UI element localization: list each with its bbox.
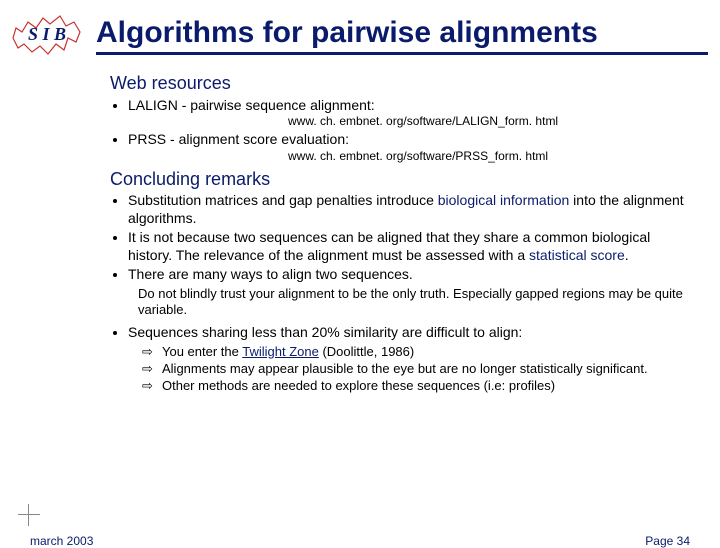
list-item: It is not because two sequences can be a… (128, 229, 690, 264)
highlight-biological-information: biological information (438, 192, 570, 208)
concluding-list: Substitution matrices and gap penalties … (128, 192, 690, 284)
list-item: Alignments may appear plausible to the e… (142, 361, 690, 377)
list-item: Other methods are needed to explore thes… (142, 378, 690, 394)
text-fragment: Substitution matrices and gap penalties … (128, 192, 438, 208)
footer-date: march 2003 (30, 534, 93, 548)
list-item: PRSS - alignment score evaluation: www. … (128, 131, 690, 164)
arrow-sublist: You enter the Twilight Zone (Doolittle, … (142, 344, 690, 395)
list-item: You enter the Twilight Zone (Doolittle, … (142, 344, 690, 360)
highlight-twilight-zone: Twilight Zone (242, 344, 319, 359)
text-fragment: . (625, 247, 629, 263)
section-web-resources: Web resources (110, 72, 690, 95)
list-item: LALIGN - pairwise sequence alignment: ww… (128, 97, 690, 130)
page-title: Algorithms for pairwise alignments (96, 16, 708, 55)
list-item: There are many ways to align two sequenc… (128, 266, 690, 284)
section-concluding-remarks: Concluding remarks (110, 168, 690, 191)
list-item: Sequences sharing less than 20% similari… (128, 324, 690, 342)
lalign-label: LALIGN - pairwise sequence alignment: (128, 97, 375, 113)
text-fragment: (Doolittle, 1986) (319, 344, 414, 359)
advice-note: Do not blindly trust your alignment to b… (138, 286, 690, 319)
slide-header: S I B Algorithms for pairwise alignments (0, 0, 720, 62)
prss-label: PRSS - alignment score evaluation: (128, 131, 349, 147)
highlight-statistical-score: statistical score (529, 247, 625, 263)
slide-content: Web resources LALIGN - pairwise sequence… (0, 62, 720, 394)
similarity-list: Sequences sharing less than 20% similari… (128, 324, 690, 342)
text-fragment: You enter the (162, 344, 242, 359)
sib-logo: S I B (8, 8, 86, 62)
prss-url: www. ch. embnet. org/software/PRSS_form.… (288, 149, 690, 164)
footer-page-number: Page 34 (645, 534, 690, 548)
web-resources-list: LALIGN - pairwise sequence alignment: ww… (128, 97, 690, 164)
list-item: Substitution matrices and gap penalties … (128, 192, 690, 227)
lalign-url: www. ch. embnet. org/software/LALIGN_for… (288, 114, 690, 129)
crosshair-icon (18, 504, 40, 526)
svg-text:S I B: S I B (28, 24, 66, 44)
